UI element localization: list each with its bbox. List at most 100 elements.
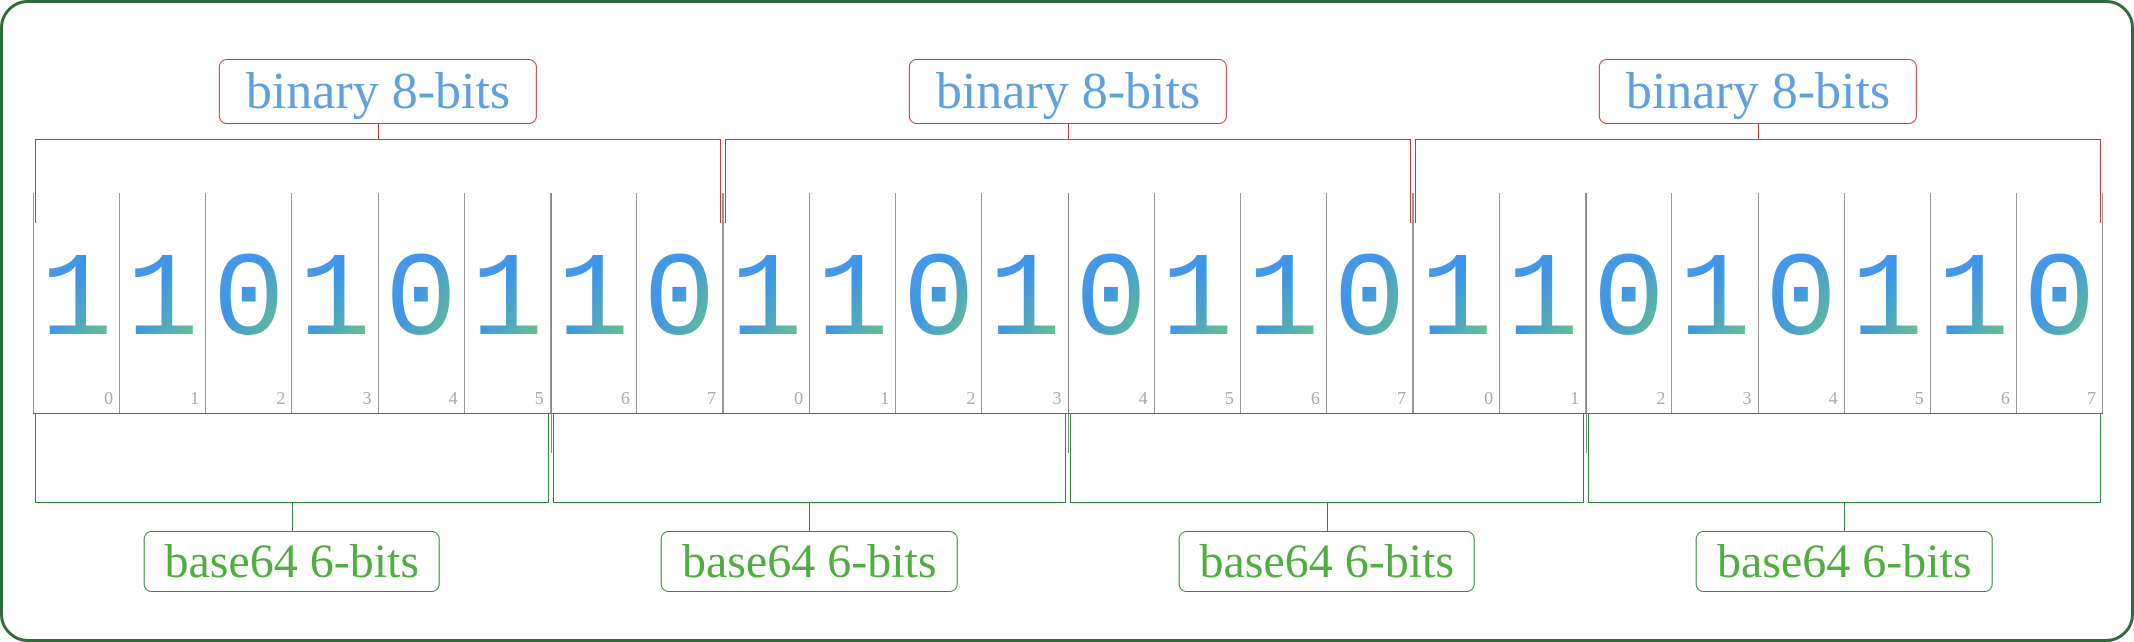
base64-bracket-lines bbox=[35, 413, 549, 503]
bit-index: 2 bbox=[966, 388, 975, 409]
bit-digit: 0 bbox=[1333, 243, 1405, 363]
bit-cell: 16 bbox=[1240, 193, 1326, 413]
bit-digit: 1 bbox=[1507, 243, 1579, 363]
binary-bracket-0: binary 8-bits bbox=[33, 63, 723, 193]
bit-digit: 1 bbox=[471, 243, 543, 363]
bit-index: 3 bbox=[1053, 388, 1062, 409]
bit-index: 2 bbox=[276, 388, 285, 409]
bit-digit: 1 bbox=[557, 243, 629, 363]
base64-brackets-row: base64 6-bits base64 6-bits base64 6-bit… bbox=[33, 413, 2103, 603]
diagram-frame: binary 8-bits binary 8-bits binary 8-bit… bbox=[0, 0, 2134, 642]
bit-digit: 1 bbox=[41, 243, 113, 363]
bit-cell: 04 bbox=[1068, 193, 1154, 413]
bit-cell: 15 bbox=[464, 193, 550, 413]
bit-cell: 13 bbox=[1671, 193, 1757, 413]
bit-index: 2 bbox=[1656, 388, 1665, 409]
bit-index: 7 bbox=[707, 388, 716, 409]
base64-bracket-lines bbox=[1588, 413, 2102, 503]
bit-digit: 1 bbox=[1937, 243, 2009, 363]
bit-index: 5 bbox=[535, 388, 544, 409]
bit-cell: 15 bbox=[1844, 193, 1930, 413]
base64-bracket-stem bbox=[1327, 503, 1328, 531]
bit-cell: 07 bbox=[1326, 193, 1413, 413]
bit-cell: 02 bbox=[895, 193, 981, 413]
bit-digit: 1 bbox=[1421, 243, 1493, 363]
bit-index: 4 bbox=[449, 388, 458, 409]
bit-digit: 1 bbox=[817, 243, 889, 363]
bit-index: 0 bbox=[794, 388, 803, 409]
binary-label: binary 8-bits bbox=[1599, 59, 1917, 124]
bit-cell: 13 bbox=[981, 193, 1067, 413]
diagram-inner: binary 8-bits binary 8-bits binary 8-bit… bbox=[33, 33, 2101, 609]
byte-group-0: 10 11 02 13 04 15 16 07 bbox=[33, 193, 723, 413]
bit-digit: 1 bbox=[1247, 243, 1319, 363]
bit-index: 3 bbox=[363, 388, 372, 409]
bit-digit: 1 bbox=[127, 243, 199, 363]
bit-digit: 0 bbox=[213, 243, 285, 363]
bit-digit: 0 bbox=[2023, 243, 2095, 363]
bit-cell: 04 bbox=[378, 193, 464, 413]
bit-cell: 10 bbox=[33, 193, 119, 413]
binary-bracket-1: binary 8-bits bbox=[723, 63, 1413, 193]
bit-cell: 16 bbox=[550, 193, 636, 413]
base64-label: base64 6-bits bbox=[143, 531, 440, 592]
bit-cell: 10 bbox=[1413, 193, 1499, 413]
bit-cell: 16 bbox=[1930, 193, 2016, 413]
binary-label: binary 8-bits bbox=[909, 59, 1227, 124]
bit-cell: 10 bbox=[723, 193, 809, 413]
binary-label: binary 8-bits bbox=[219, 59, 537, 124]
bit-cell: 11 bbox=[119, 193, 205, 413]
base64-bracket-stem bbox=[1844, 503, 1845, 531]
bit-digit: 1 bbox=[731, 243, 803, 363]
bit-cell: 04 bbox=[1758, 193, 1844, 413]
bit-digit: 1 bbox=[1161, 243, 1233, 363]
bit-digit: 1 bbox=[989, 243, 1061, 363]
bit-index: 7 bbox=[2087, 388, 2096, 409]
bit-digit: 0 bbox=[1075, 243, 1147, 363]
base64-bracket-lines bbox=[1070, 413, 1584, 503]
base64-label: base64 6-bits bbox=[1696, 531, 1993, 592]
bit-index: 0 bbox=[104, 388, 113, 409]
bit-index: 1 bbox=[1570, 388, 1579, 409]
base64-bracket-2: base64 6-bits bbox=[1068, 413, 1586, 603]
bit-index: 3 bbox=[1743, 388, 1752, 409]
bit-cell: 07 bbox=[2016, 193, 2103, 413]
base64-bracket-1: base64 6-bits bbox=[551, 413, 1069, 603]
binary-bracket-2: binary 8-bits bbox=[1413, 63, 2103, 193]
bit-index: 4 bbox=[1139, 388, 1148, 409]
bit-index: 6 bbox=[2001, 388, 2010, 409]
bit-index: 0 bbox=[1484, 388, 1493, 409]
bit-digit: 0 bbox=[903, 243, 975, 363]
bit-digit: 0 bbox=[643, 243, 715, 363]
bit-digit: 1 bbox=[1679, 243, 1751, 363]
bit-digit: 0 bbox=[385, 243, 457, 363]
bit-cell: 11 bbox=[1499, 193, 1585, 413]
bit-cell: 02 bbox=[1585, 193, 1671, 413]
base64-bracket-stem bbox=[809, 503, 810, 531]
bit-index: 5 bbox=[1915, 388, 1924, 409]
bit-cell: 11 bbox=[809, 193, 895, 413]
bit-index: 1 bbox=[880, 388, 889, 409]
bit-digit: 0 bbox=[1765, 243, 1837, 363]
binary-brackets-row: binary 8-bits binary 8-bits binary 8-bit… bbox=[33, 63, 2103, 193]
bit-cell: 02 bbox=[205, 193, 291, 413]
bit-digit: 0 bbox=[1593, 243, 1665, 363]
base64-bracket-lines bbox=[553, 413, 1067, 503]
bit-digit: 1 bbox=[299, 243, 371, 363]
bit-index: 5 bbox=[1225, 388, 1234, 409]
bit-index: 6 bbox=[1311, 388, 1320, 409]
bit-cell: 07 bbox=[636, 193, 723, 413]
bit-digit: 1 bbox=[1851, 243, 1923, 363]
base64-label: base64 6-bits bbox=[661, 531, 958, 592]
bit-index: 6 bbox=[621, 388, 630, 409]
bit-cell: 15 bbox=[1154, 193, 1240, 413]
base64-label: base64 6-bits bbox=[1178, 531, 1475, 592]
bit-index: 4 bbox=[1829, 388, 1838, 409]
bit-index: 7 bbox=[1397, 388, 1406, 409]
base64-bracket-3: base64 6-bits bbox=[1586, 413, 2104, 603]
base64-bracket-stem bbox=[292, 503, 293, 531]
bit-cell: 13 bbox=[291, 193, 377, 413]
byte-group-2: 10 11 02 13 04 15 16 07 bbox=[1413, 193, 2103, 413]
base64-bracket-0: base64 6-bits bbox=[33, 413, 551, 603]
bit-index: 1 bbox=[190, 388, 199, 409]
